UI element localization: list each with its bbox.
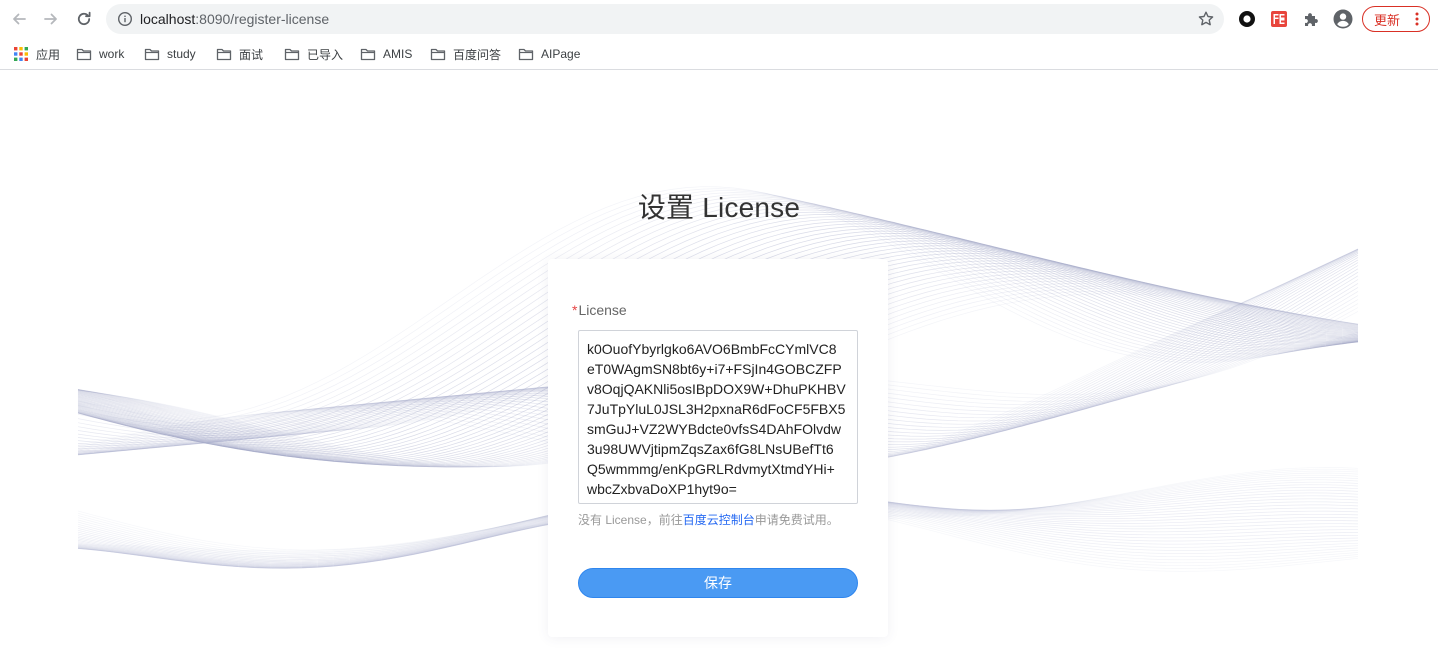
license-form-card: *License k0OuofYbyrlgko6AVO6BmbFcCYmlVC8… [548,259,888,637]
bookmark-label: 应用 [36,47,61,62]
bookmark-folder-work[interactable]: work [76,43,124,65]
bookmark-folder-study[interactable]: study [144,43,196,65]
bookmark-label: work [99,47,125,61]
url-path: :8090/register-license [195,11,330,27]
folder-icon [360,48,376,61]
folder-icon [76,48,92,61]
back-button[interactable] [8,8,30,30]
reload-icon [77,11,91,26]
save-button[interactable]: 保存 [578,568,858,598]
license-textarea[interactable]: k0OuofYbyrlgko6AVO6BmbFcCYmlVC8 eT0WAgmS… [578,330,858,504]
arrow-left-icon [13,13,26,25]
bookmark-folder-baidu-qa[interactable]: 百度问答 [430,43,501,65]
info-icon [117,11,133,27]
bookmark-apps[interactable]: 应用 [13,43,60,65]
update-button[interactable]: 更新 [1362,6,1430,32]
bookmark-folder-interview[interactable]: 面试 [216,43,263,65]
url-host: localhost [140,11,196,27]
license-help-text: 没有 License，前往百度云控制台申请免费试用。 [578,511,839,528]
folder-icon [284,48,300,61]
help-prefix: 没有 License，前往 [578,513,683,527]
bookmark-folder-aipage[interactable]: AIPage [518,43,580,65]
bookmark-label: AIPage [541,47,581,61]
browser-toolbar: localhost:8090/register-license 更新 [0,0,1438,38]
license-label-text: License [578,302,627,318]
arrow-right-icon [44,13,57,25]
bookmark-label: 百度问答 [453,47,502,62]
license-field-label: *License [572,302,627,318]
bookmark-label: 已导入 [307,47,344,62]
reload-button[interactable] [73,8,95,30]
fe-extension-icon[interactable] [1269,9,1289,29]
folder-icon [518,48,534,61]
bookmarks-bar: 应用 work study 面试 已导入 AMIS 百度问答 AIPage [0,38,1438,70]
bookmark-label: AMIS [383,47,413,61]
bookmark-folder-amis[interactable]: AMIS [360,43,412,65]
record-extension-icon[interactable] [1237,9,1257,29]
url-text: localhost:8090/register-license [140,11,329,27]
required-mark: * [572,302,578,318]
profile-avatar-icon[interactable] [1333,9,1353,29]
folder-icon [144,48,160,61]
folder-icon [216,48,232,61]
address-bar[interactable]: localhost:8090/register-license [106,4,1224,34]
puzzle-extensions-icon[interactable] [1301,9,1321,29]
bookmark-star-icon[interactable] [1197,10,1215,28]
more-vertical-icon [1415,12,1419,26]
update-label: 更新 [1374,12,1401,28]
page-title: 设置 License [637,192,801,223]
folder-icon [430,48,446,61]
bookmark-label: study [167,47,196,61]
bookmark-folder-imported[interactable]: 已导入 [284,43,343,65]
bookmark-label: 面试 [239,47,264,62]
apps-grid-icon [14,47,28,61]
help-suffix: 申请免费试用。 [754,513,839,527]
baidu-cloud-console-link[interactable]: 百度云控制台 [683,513,755,527]
register-license-page: 设置 License *License k0OuofYbyrlgko6AVO6B… [0,71,1438,666]
forward-button[interactable] [40,8,62,30]
